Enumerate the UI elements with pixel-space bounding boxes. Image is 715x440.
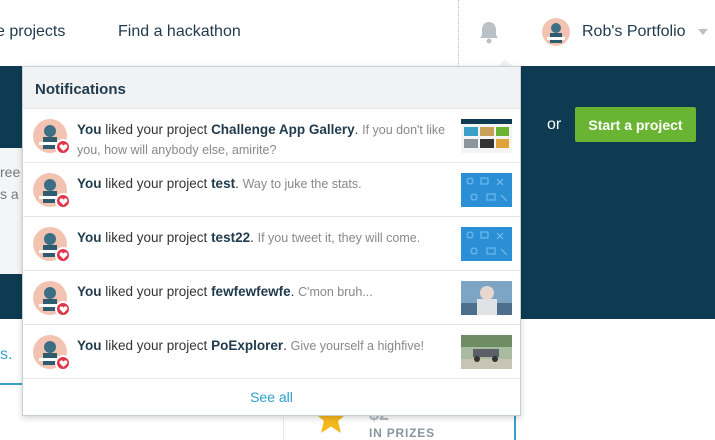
hero-card-text-1: ree [0,164,21,180]
project-thumbnail[interactable] [461,173,512,207]
profile-menu[interactable]: Rob's Portfolio [542,16,708,48]
nav-divider [458,0,459,66]
avatar [542,18,570,46]
tab-fragment[interactable]: s. [0,319,22,385]
heart-icon [55,301,71,317]
prize-label: IN PRIZES [369,426,435,440]
nav-link-find-hackathon[interactable]: Find a hackathon [118,23,241,41]
notification-quip: If you tweet it, they will come. [257,231,421,245]
notifications-dropdown: Notifications You liked your project Cha… [22,66,521,416]
notification-period: . [235,176,243,191]
notification-action: liked your project [101,230,212,245]
heart-icon [55,193,71,209]
notification-period: . [290,284,299,299]
hero-card-text-2: s a [0,186,19,202]
heart-icon [55,247,71,263]
notification-item[interactable]: You liked your project fewfewfewfe. C'mo… [23,271,520,325]
start-project-button[interactable]: Start a project [575,107,696,142]
notification-quip: Way to juke the stats. [242,177,362,191]
notification-period: . [250,230,258,245]
notification-item[interactable]: You liked your project Challenge App Gal… [23,109,520,163]
tab-fragment-text: s. [0,346,13,363]
project-thumbnail[interactable] [461,281,512,315]
notification-quip: Give yourself a highfive! [290,339,425,353]
hero-or-text: or [547,116,562,133]
notification-actor: You [77,338,102,353]
notification-action: liked your project [101,122,212,137]
notification-actor: You [77,176,102,191]
top-nav: e projects Find a hackathon Rob's Portfo… [0,0,715,66]
notification-project-link[interactable]: PoExplorer [211,338,283,353]
notification-action: liked your project [101,338,212,353]
notification-quip: C'mon bruh... [298,285,373,299]
notifications-header: Notifications [23,67,520,109]
notification-period: . [354,122,363,137]
chevron-down-icon [697,29,708,35]
notification-actor: You [77,284,102,299]
notification-actor: You [77,122,102,137]
notification-project-link[interactable]: test22 [211,230,250,245]
notification-item[interactable]: You liked your project test22. If you tw… [23,217,520,271]
notification-text: You liked your project PoExplorer. Give … [77,336,457,356]
notification-text: You liked your project test22. If you tw… [77,228,457,248]
notification-item[interactable]: You liked your project PoExplorer. Give … [23,325,520,379]
notification-action: liked your project [101,176,212,191]
notification-project-link[interactable]: test [211,176,235,191]
notification-period: . [283,338,291,353]
notification-project-link[interactable]: Challenge App Gallery [211,122,355,137]
notification-actor: You [77,230,102,245]
project-thumbnail[interactable] [461,335,512,369]
heart-icon [55,139,71,155]
project-thumbnail[interactable] [461,227,512,261]
notification-text: You liked your project fewfewfewfe. C'mo… [77,282,457,302]
project-thumbnail[interactable] [461,119,512,153]
heart-icon [55,355,71,371]
notification-item[interactable]: You liked your project test. Way to juke… [23,163,520,217]
notification-action: liked your project [101,284,212,299]
bell-icon[interactable] [478,20,500,44]
notification-text: You liked your project test. Way to juke… [77,174,457,194]
notifications-list: You liked your project Challenge App Gal… [23,109,520,379]
see-all-link[interactable]: See all [23,379,520,415]
notification-text: You liked your project Challenge App Gal… [77,120,457,160]
notification-project-link[interactable]: fewfewfewfe [211,284,291,299]
profile-name: Rob's Portfolio [582,23,686,40]
nav-link-projects[interactable]: e projects [0,23,65,41]
